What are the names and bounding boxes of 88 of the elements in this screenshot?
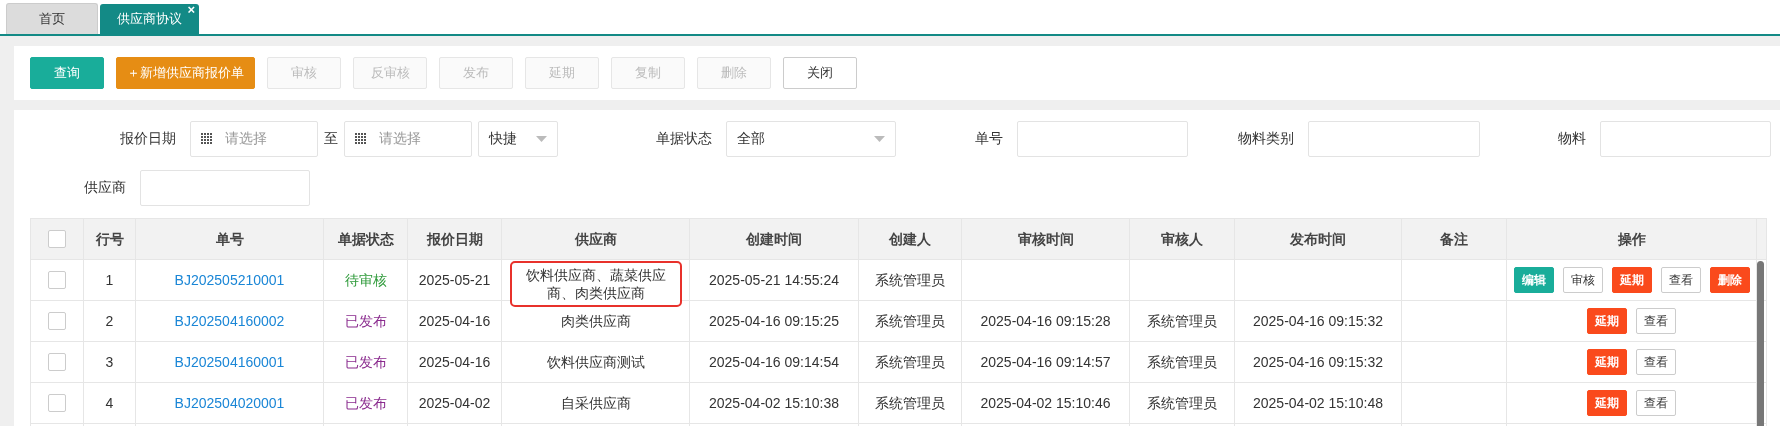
field-label: 单据状态 bbox=[655, 130, 713, 148]
column-header: 单号 bbox=[215, 230, 244, 248]
caret-icon bbox=[536, 136, 547, 142]
document-link[interactable]: BJ202504160001 bbox=[174, 353, 285, 371]
table-cell: 2025-04-16 09:15:32 bbox=[1253, 353, 1383, 371]
column-header: 发布时间 bbox=[1290, 230, 1346, 248]
table-cell: 2025-05-21 bbox=[418, 271, 491, 289]
table-cell: 系统管理员 bbox=[875, 271, 945, 289]
date-field[interactable]: 请选择 bbox=[190, 121, 318, 157]
column-header: 单据状态 bbox=[337, 230, 394, 248]
caret-icon bbox=[874, 136, 885, 142]
action-button[interactable]: 延期 bbox=[1587, 390, 1627, 416]
document-link[interactable]: BJ202505210001 bbox=[174, 271, 285, 289]
column-header: 审核人 bbox=[1161, 230, 1203, 248]
table-cell: 2025-04-16 09:15:32 bbox=[1253, 312, 1383, 330]
column-header: 行号 bbox=[95, 230, 124, 248]
column-header: 备注 bbox=[1440, 230, 1468, 248]
table-cell: 系统管理员 bbox=[875, 394, 945, 412]
action-button[interactable]: 删除 bbox=[1709, 267, 1750, 293]
toolbar-button[interactable]: 查询 bbox=[30, 57, 104, 89]
date-field[interactable]: 请选择 bbox=[344, 121, 472, 157]
field-label: 物料 bbox=[1557, 130, 1587, 148]
row-checkbox[interactable] bbox=[48, 312, 66, 330]
status-text: 已发布 bbox=[344, 394, 387, 412]
action-button[interactable]: 延期 bbox=[1611, 267, 1652, 293]
status-text: 待审核 bbox=[344, 271, 387, 289]
row-checkbox[interactable] bbox=[48, 353, 66, 371]
row-number: 2 bbox=[105, 312, 114, 330]
toolbar-button[interactable]: ＋新增供应商报价单 bbox=[116, 57, 255, 89]
table-cell: 2025-04-02 15:10:46 bbox=[980, 394, 1111, 412]
table-cell: 2025-04-16 09:14:54 bbox=[709, 353, 839, 371]
action-button[interactable]: 查看 bbox=[1636, 349, 1676, 375]
calendar-icon bbox=[201, 133, 213, 145]
action-button[interactable]: 延期 bbox=[1587, 308, 1627, 334]
row-number: 1 bbox=[105, 271, 114, 289]
field-label: 供应商 bbox=[83, 179, 127, 197]
table-cell: 系统管理员 bbox=[1147, 353, 1217, 371]
table-cell: 系统管理员 bbox=[1147, 312, 1217, 330]
column-header: 创建时间 bbox=[746, 230, 802, 248]
field-label: 单号 bbox=[974, 130, 1004, 148]
table-cell: 系统管理员 bbox=[875, 312, 945, 330]
status-text: 已发布 bbox=[344, 312, 387, 330]
row-number: 3 bbox=[105, 353, 114, 371]
calendar-icon bbox=[355, 133, 367, 145]
table-cell: 2025-05-21 14:55:24 bbox=[709, 271, 839, 289]
toolbar-button[interactable]: 关闭 bbox=[783, 57, 857, 89]
document-link[interactable]: BJ202504020001 bbox=[174, 394, 285, 412]
row-number: 4 bbox=[105, 394, 114, 412]
table-cell: 2025-04-16 09:15:28 bbox=[980, 312, 1111, 330]
input-field[interactable] bbox=[1600, 121, 1771, 157]
input-field[interactable] bbox=[1308, 121, 1480, 157]
scrollbar[interactable] bbox=[1757, 261, 1764, 426]
highlighted-cell: 饮料供应商、蔬菜供应商、肉类供应商 bbox=[509, 261, 682, 307]
separator-text: 至 bbox=[323, 130, 339, 148]
column-header: 供应商 bbox=[574, 230, 617, 248]
row-checkbox[interactable] bbox=[48, 394, 66, 412]
shortcut-select[interactable]: 快捷 bbox=[478, 121, 558, 157]
table-cell: 2025-04-16 09:14:57 bbox=[980, 353, 1111, 371]
action-button[interactable]: 延期 bbox=[1587, 349, 1627, 375]
table-cell: 2025-04-02 15:10:38 bbox=[709, 394, 839, 412]
row-checkbox[interactable] bbox=[48, 271, 66, 289]
column-header: 审核时间 bbox=[1017, 230, 1074, 248]
table-cell: 2025-04-16 bbox=[418, 353, 491, 371]
document-link[interactable]: BJ202504160002 bbox=[174, 312, 285, 330]
column-header: 创建人 bbox=[889, 230, 931, 248]
status-select[interactable]: 全部 bbox=[726, 121, 896, 157]
field-label: 物料类别 bbox=[1237, 130, 1295, 148]
column-header: 操作 bbox=[1617, 230, 1646, 248]
action-button[interactable]: 查看 bbox=[1636, 308, 1676, 334]
table-cell: 2025-04-02 bbox=[418, 394, 491, 412]
action-button[interactable]: 查看 bbox=[1660, 267, 1701, 293]
table-cell: 2025-04-02 15:10:48 bbox=[1253, 394, 1383, 412]
action-button[interactable]: 查看 bbox=[1636, 390, 1676, 416]
field-label: 报价日期 bbox=[119, 130, 177, 148]
table-cell: 2025-04-16 bbox=[418, 312, 491, 330]
input-field[interactable] bbox=[140, 170, 310, 206]
tab[interactable]: 首页 bbox=[6, 3, 98, 34]
close-icon[interactable]: × bbox=[187, 4, 195, 16]
tab[interactable]: 供应商协议 × bbox=[100, 4, 199, 34]
column-header: 报价日期 bbox=[426, 230, 483, 248]
select-all-checkbox[interactable] bbox=[48, 230, 66, 248]
action-button[interactable]: 审核 bbox=[1562, 267, 1603, 293]
table-cell: 2025-04-16 09:15:25 bbox=[709, 312, 839, 330]
table-cell: 系统管理员 bbox=[1147, 394, 1217, 412]
action-button[interactable]: 编辑 bbox=[1513, 267, 1554, 293]
input-field[interactable] bbox=[1017, 121, 1188, 157]
table-cell: 系统管理员 bbox=[875, 353, 945, 371]
status-text: 已发布 bbox=[344, 353, 387, 371]
